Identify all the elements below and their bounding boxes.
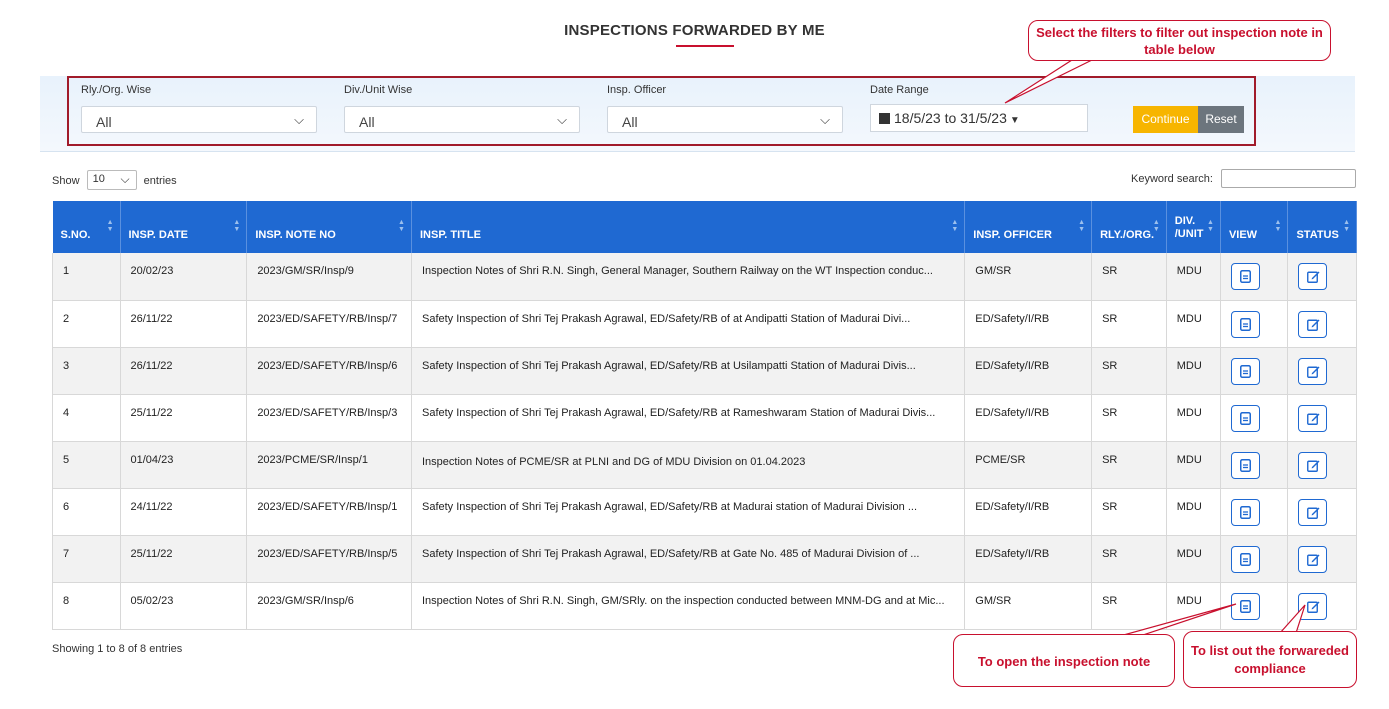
status-callout-pointer <box>1278 604 1306 634</box>
view-annotation: To open the inspection note <box>953 634 1175 687</box>
status-annotation: To list out the forwareded compliance <box>1183 631 1357 688</box>
filters-callout-pointer <box>1004 59 1093 104</box>
filters-annotation: Select the filters to filter out inspect… <box>1028 20 1331 61</box>
annotation-leader-lines <box>1004 59 1306 637</box>
